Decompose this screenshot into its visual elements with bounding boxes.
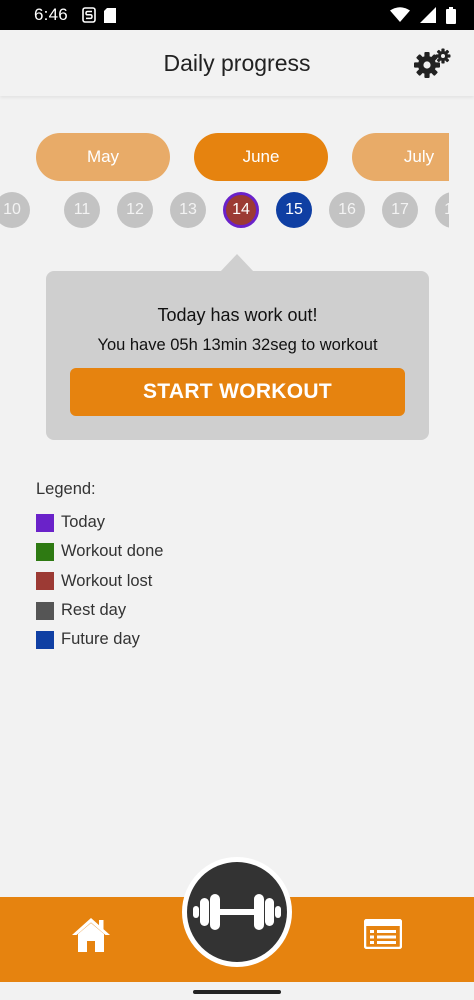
- day-12[interactable]: 12: [117, 192, 153, 228]
- legend-item-today: Today: [36, 508, 163, 537]
- nav-home-button[interactable]: [70, 914, 112, 956]
- month-current-pill[interactable]: June: [194, 133, 328, 181]
- legend-item-workout-lost: Workout lost: [36, 567, 163, 596]
- legend-item-rest-day: Rest day: [36, 596, 163, 625]
- legend: Legend: Today Workout done Workout lost …: [36, 480, 163, 654]
- nav-list-button[interactable]: [363, 918, 403, 950]
- day-11[interactable]: 11: [64, 192, 100, 228]
- legend-swatch-rest-day: [36, 601, 54, 620]
- list-icon: [363, 918, 403, 950]
- legend-swatch-workout-done: [36, 542, 54, 561]
- dumbbell-icon: [193, 894, 281, 930]
- status-time: 6:46: [34, 5, 68, 24]
- day-17[interactable]: 17: [382, 192, 418, 228]
- popup-countdown: You have 05h 13min 32seg to workout: [97, 336, 378, 354]
- day-10[interactable]: 10: [0, 192, 30, 228]
- legend-swatch-future-day: [36, 630, 54, 649]
- day-14-today[interactable]: 14: [223, 192, 259, 228]
- legend-swatch-workout-lost: [36, 572, 54, 591]
- day-strip: 10 11 12 13 14 15 16 17 18: [0, 192, 449, 230]
- legend-label: Workout done: [61, 542, 164, 561]
- start-workout-button[interactable]: START WORKOUT: [70, 368, 405, 416]
- gesture-bar[interactable]: [193, 990, 281, 994]
- day-13[interactable]: 13: [170, 192, 206, 228]
- legend-label: Today: [61, 513, 106, 532]
- legend-label: Future day: [61, 630, 140, 649]
- workout-fab: [182, 857, 292, 967]
- settings-button[interactable]: [412, 48, 452, 78]
- legend-item-future-day: Future day: [36, 625, 163, 654]
- battery-icon: [446, 6, 456, 24]
- popup-arrow: [220, 254, 254, 272]
- day-15-selected[interactable]: 15: [276, 192, 312, 228]
- legend-label: Rest day: [61, 601, 127, 620]
- month-prev-pill[interactable]: May: [36, 133, 170, 181]
- legend-label: Workout lost: [61, 571, 153, 590]
- legend-swatch-today: [36, 513, 54, 532]
- gear-icon: [414, 48, 451, 78]
- legend-item-workout-done: Workout done: [36, 537, 163, 566]
- day-popup: Today has work out! You have 05h 13min 3…: [46, 271, 429, 440]
- signal-icon: [420, 7, 436, 23]
- legend-title: Legend:: [36, 480, 96, 498]
- page-title: Daily progress: [163, 49, 311, 76]
- wifi-icon: [390, 7, 410, 22]
- month-selector: May June July: [0, 133, 474, 181]
- day-16[interactable]: 16: [329, 192, 365, 228]
- s-notification-icon: [82, 7, 96, 23]
- app-header: Daily progress: [0, 30, 474, 96]
- sd-card-icon: [103, 7, 116, 23]
- popup-message: Today has work out!: [157, 305, 318, 325]
- status-bar: 6:46: [0, 0, 474, 30]
- month-next-pill[interactable]: July: [352, 133, 449, 181]
- day-18[interactable]: 18: [435, 192, 449, 228]
- workout-button[interactable]: [187, 862, 287, 962]
- home-icon: [72, 918, 110, 952]
